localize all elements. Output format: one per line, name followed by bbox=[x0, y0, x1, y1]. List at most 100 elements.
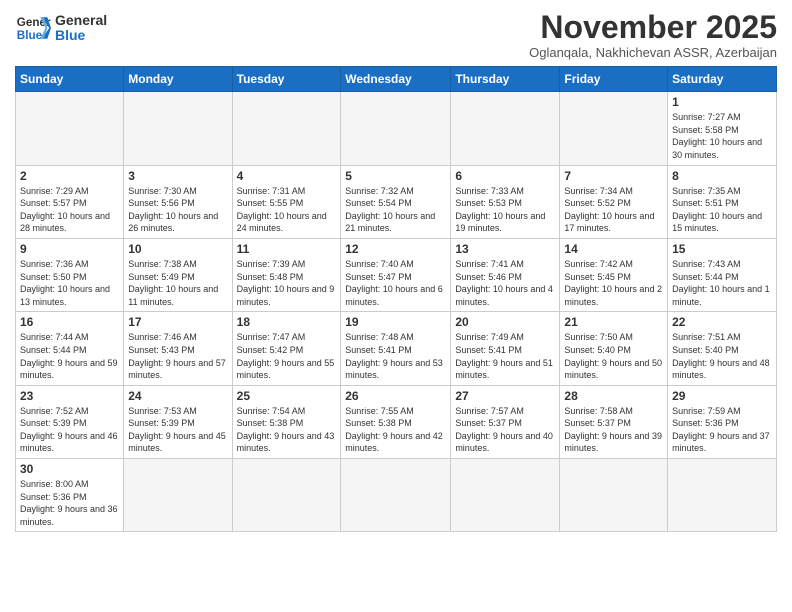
col-saturday: Saturday bbox=[668, 67, 777, 92]
day-info: Sunrise: 7:44 AM Sunset: 5:44 PM Dayligh… bbox=[20, 331, 119, 381]
calendar-day: 15 Sunrise: 7:43 AM Sunset: 5:44 PM Dayli… bbox=[668, 238, 777, 311]
calendar-day: 17 Sunrise: 7:46 AM Sunset: 5:43 PM Dayli… bbox=[124, 312, 232, 385]
calendar-week-2: 2 Sunrise: 7:29 AM Sunset: 5:57 PM Daylig… bbox=[16, 165, 777, 238]
calendar-day: 2 Sunrise: 7:29 AM Sunset: 5:57 PM Daylig… bbox=[16, 165, 124, 238]
day-number: 13 bbox=[455, 242, 555, 256]
day-info: Sunrise: 7:55 AM Sunset: 5:38 PM Dayligh… bbox=[345, 405, 446, 455]
location-text: Oglanqala, Nakhichevan ASSR, Azerbaijan bbox=[529, 45, 777, 60]
calendar-day bbox=[560, 459, 668, 532]
day-number: 10 bbox=[128, 242, 227, 256]
calendar-day bbox=[124, 459, 232, 532]
day-info: Sunrise: 7:53 AM Sunset: 5:39 PM Dayligh… bbox=[128, 405, 227, 455]
day-number: 17 bbox=[128, 315, 227, 329]
day-info: Sunrise: 7:57 AM Sunset: 5:37 PM Dayligh… bbox=[455, 405, 555, 455]
day-number: 2 bbox=[20, 169, 119, 183]
day-info: Sunrise: 7:52 AM Sunset: 5:39 PM Dayligh… bbox=[20, 405, 119, 455]
day-number: 3 bbox=[128, 169, 227, 183]
calendar-day: 25Sunrise: 7:54 AM Sunset: 5:38 PM Dayli… bbox=[232, 385, 341, 458]
calendar-day bbox=[341, 92, 451, 165]
calendar-day: 7 Sunrise: 7:34 AM Sunset: 5:52 PM Daylig… bbox=[560, 165, 668, 238]
calendar-day: 27Sunrise: 7:57 AM Sunset: 5:37 PM Dayli… bbox=[451, 385, 560, 458]
month-title: November 2025 bbox=[529, 10, 777, 45]
calendar-day: 26 Sunrise: 7:55 AM Sunset: 5:38 PM Dayli… bbox=[341, 385, 451, 458]
col-tuesday: Tuesday bbox=[232, 67, 341, 92]
calendar-day: 12 Sunrise: 7:40 AM Sunset: 5:47 PM Dayli… bbox=[341, 238, 451, 311]
day-info: Sunrise: 7:42 AM Sunset: 5:45 PM Dayligh… bbox=[564, 258, 663, 308]
calendar-day: 5 Sunrise: 7:32 AM Sunset: 5:54 PM Daylig… bbox=[341, 165, 451, 238]
logo-blue-text: Blue bbox=[55, 28, 107, 43]
day-number: 1 bbox=[672, 95, 772, 109]
calendar-day: 13 Sunrise: 7:41 AM Sunset: 5:46 PM Dayli… bbox=[451, 238, 560, 311]
col-monday: Monday bbox=[124, 67, 232, 92]
day-info: Sunrise: 7:43 AM Sunset: 5:44 PM Dayligh… bbox=[672, 258, 772, 308]
day-info: Sunrise: 7:41 AM Sunset: 5:46 PM Dayligh… bbox=[455, 258, 555, 308]
calendar-day: 14 Sunrise: 7:42 AM Sunset: 5:45 PM Dayli… bbox=[560, 238, 668, 311]
calendar-week-1: 1 Sunrise: 7:27 AM Sunset: 5:58 PM Daylig… bbox=[16, 92, 777, 165]
page-header: General Blue General Blue November 2025 … bbox=[15, 10, 777, 60]
day-info: Sunrise: 7:59 AM Sunset: 5:36 PM Dayligh… bbox=[672, 405, 772, 455]
day-number: 28 bbox=[564, 389, 663, 403]
calendar-day: 18 Sunrise: 7:47 AM Sunset: 5:42 PM Dayli… bbox=[232, 312, 341, 385]
calendar-day: 24 Sunrise: 7:53 AM Sunset: 5:39 PM Dayli… bbox=[124, 385, 232, 458]
day-number: 14 bbox=[564, 242, 663, 256]
calendar-day: 30 Sunrise: 8:00 AM Sunset: 5:36 PM Dayli… bbox=[16, 459, 124, 532]
day-number: 18 bbox=[237, 315, 337, 329]
calendar-week-5: 23 Sunrise: 7:52 AM Sunset: 5:39 PM Dayli… bbox=[16, 385, 777, 458]
calendar-day: 19 Sunrise: 7:48 AM Sunset: 5:41 PM Dayli… bbox=[341, 312, 451, 385]
calendar-day bbox=[451, 459, 560, 532]
calendar-day bbox=[124, 92, 232, 165]
day-info: Sunrise: 7:51 AM Sunset: 5:40 PM Dayligh… bbox=[672, 331, 772, 381]
calendar-week-4: 16 Sunrise: 7:44 AM Sunset: 5:44 PM Dayli… bbox=[16, 312, 777, 385]
day-number: 30 bbox=[20, 462, 119, 476]
day-number: 6 bbox=[455, 169, 555, 183]
calendar-day: 20 Sunrise: 7:49 AM Sunset: 5:41 PM Dayli… bbox=[451, 312, 560, 385]
day-number: 8 bbox=[672, 169, 772, 183]
calendar-week-6: 30 Sunrise: 8:00 AM Sunset: 5:36 PM Dayli… bbox=[16, 459, 777, 532]
day-number: 19 bbox=[345, 315, 446, 329]
day-info: Sunrise: 7:39 AM Sunset: 5:48 PM Dayligh… bbox=[237, 258, 337, 308]
col-thursday: Thursday bbox=[451, 67, 560, 92]
day-number: 25 bbox=[237, 389, 337, 403]
day-info: Sunrise: 7:40 AM Sunset: 5:47 PM Dayligh… bbox=[345, 258, 446, 308]
logo-general-text: General bbox=[55, 13, 107, 28]
day-info: Sunrise: 7:29 AM Sunset: 5:57 PM Dayligh… bbox=[20, 185, 119, 235]
calendar-day: 3 Sunrise: 7:30 AM Sunset: 5:56 PM Daylig… bbox=[124, 165, 232, 238]
day-info: Sunrise: 8:00 AM Sunset: 5:36 PM Dayligh… bbox=[20, 478, 119, 528]
day-number: 7 bbox=[564, 169, 663, 183]
day-info: Sunrise: 7:31 AM Sunset: 5:55 PM Dayligh… bbox=[237, 185, 337, 235]
day-info: Sunrise: 7:46 AM Sunset: 5:43 PM Dayligh… bbox=[128, 331, 227, 381]
svg-text:Blue: Blue bbox=[17, 29, 43, 42]
day-number: 5 bbox=[345, 169, 446, 183]
day-number: 22 bbox=[672, 315, 772, 329]
day-number: 23 bbox=[20, 389, 119, 403]
day-info: Sunrise: 7:32 AM Sunset: 5:54 PM Dayligh… bbox=[345, 185, 446, 235]
logo-icon: General Blue bbox=[15, 10, 51, 46]
day-number: 15 bbox=[672, 242, 772, 256]
day-number: 29 bbox=[672, 389, 772, 403]
day-number: 26 bbox=[345, 389, 446, 403]
day-number: 11 bbox=[237, 242, 337, 256]
day-info: Sunrise: 7:48 AM Sunset: 5:41 PM Dayligh… bbox=[345, 331, 446, 381]
calendar-day: 22 Sunrise: 7:51 AM Sunset: 5:40 PM Dayli… bbox=[668, 312, 777, 385]
day-info: Sunrise: 7:27 AM Sunset: 5:58 PM Dayligh… bbox=[672, 111, 772, 161]
calendar-day: 10 Sunrise: 7:38 AM Sunset: 5:49 PM Dayli… bbox=[124, 238, 232, 311]
day-number: 24 bbox=[128, 389, 227, 403]
title-section: November 2025 Oglanqala, Nakhichevan ASS… bbox=[529, 10, 777, 60]
day-number: 12 bbox=[345, 242, 446, 256]
calendar-day bbox=[451, 92, 560, 165]
calendar-day: 6Sunrise: 7:33 AM Sunset: 5:53 PM Daylig… bbox=[451, 165, 560, 238]
day-info: Sunrise: 7:34 AM Sunset: 5:52 PM Dayligh… bbox=[564, 185, 663, 235]
calendar-day bbox=[341, 459, 451, 532]
calendar-header-row: Sunday Monday Tuesday Wednesday Thursday… bbox=[16, 67, 777, 92]
day-info: Sunrise: 7:47 AM Sunset: 5:42 PM Dayligh… bbox=[237, 331, 337, 381]
day-number: 9 bbox=[20, 242, 119, 256]
calendar-day: 28Sunrise: 7:58 AM Sunset: 5:37 PM Dayli… bbox=[560, 385, 668, 458]
col-sunday: Sunday bbox=[16, 67, 124, 92]
day-number: 16 bbox=[20, 315, 119, 329]
day-info: Sunrise: 7:38 AM Sunset: 5:49 PM Dayligh… bbox=[128, 258, 227, 308]
day-info: Sunrise: 7:30 AM Sunset: 5:56 PM Dayligh… bbox=[128, 185, 227, 235]
day-info: Sunrise: 7:49 AM Sunset: 5:41 PM Dayligh… bbox=[455, 331, 555, 381]
day-number: 20 bbox=[455, 315, 555, 329]
logo: General Blue General Blue bbox=[15, 10, 107, 46]
calendar-day: 23 Sunrise: 7:52 AM Sunset: 5:39 PM Dayli… bbox=[16, 385, 124, 458]
